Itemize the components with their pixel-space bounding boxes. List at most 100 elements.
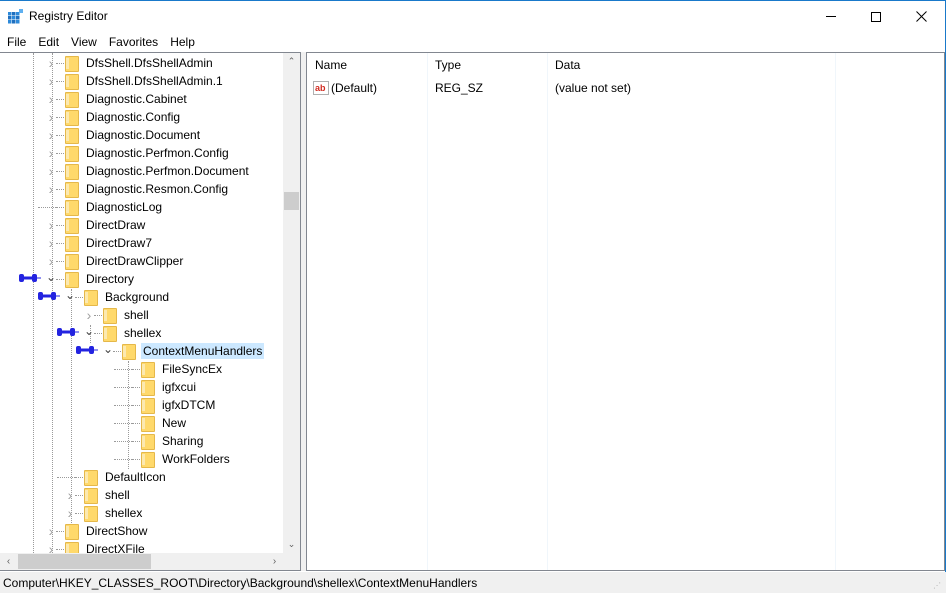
maximize-button[interactable] xyxy=(853,1,899,32)
tree-item-label: DfsShell.DfsShellAdmin xyxy=(86,56,213,70)
tree-item[interactable]: DiagnosticLog xyxy=(38,198,164,216)
tree-item[interactable]: DefaultIcon xyxy=(57,468,168,486)
scroll-up-button[interactable]: ⌃ xyxy=(283,53,300,70)
expand-chevron-icon[interactable]: › xyxy=(46,90,56,108)
tree-connector xyxy=(114,440,132,442)
expand-chevron-icon[interactable]: › xyxy=(46,126,56,144)
tree-item[interactable]: Sharing xyxy=(114,432,205,450)
tree-item[interactable]: ⌄ ContextMenuHandlers xyxy=(103,340,265,360)
registry-editor-window: Registry Editor File Edit View Favorites… xyxy=(0,0,946,593)
tree-item[interactable]: › shell xyxy=(65,486,132,504)
minimize-icon xyxy=(826,16,836,17)
tree-connector xyxy=(75,494,83,496)
menu-edit[interactable]: Edit xyxy=(32,32,65,52)
tree-connector xyxy=(56,548,64,550)
tree-item[interactable]: ⌄ Background xyxy=(65,288,171,306)
menu-file[interactable]: File xyxy=(0,32,32,52)
expand-chevron-icon[interactable]: › xyxy=(46,216,56,234)
expand-chevron-icon[interactable]: › xyxy=(46,234,56,252)
expand-chevron-icon[interactable]: › xyxy=(46,540,56,553)
tree-item[interactable]: › DirectShow xyxy=(46,522,149,540)
tree-rows: › DfsShell.DfsShellAdmin › DfsShell.DfsShel… xyxy=(0,53,283,553)
resize-grip-icon[interactable]: ⋰ xyxy=(933,581,943,591)
horizontal-scroll-thumb[interactable] xyxy=(18,554,151,569)
expand-chevron-icon[interactable]: › xyxy=(46,522,56,540)
chevron-up-icon: ⌃ xyxy=(287,56,296,66)
tree-item[interactable]: › Diagnostic.Document xyxy=(46,126,202,144)
tree-connector xyxy=(132,440,140,442)
tree-item[interactable]: FileSyncEx xyxy=(114,360,224,378)
menu-view[interactable]: View xyxy=(65,32,103,52)
menu-favorites[interactable]: Favorites xyxy=(103,32,164,52)
window-title: Registry Editor xyxy=(29,9,108,23)
tree-item-label: DirectShow xyxy=(86,524,148,538)
tree-horizontal-scrollbar[interactable]: ‹ › xyxy=(0,553,283,570)
tree-item[interactable]: › Diagnostic.Resmon.Config xyxy=(46,180,230,198)
tree-item[interactable]: New xyxy=(114,414,188,432)
tree-item[interactable]: WorkFolders xyxy=(114,450,232,468)
column-header-data[interactable]: Data xyxy=(547,53,835,78)
title-bar[interactable]: Registry Editor xyxy=(0,1,945,32)
collapse-chevron-icon[interactable]: ⌄ xyxy=(46,268,56,286)
collapse-chevron-icon[interactable]: ⌄ xyxy=(65,286,75,304)
scroll-down-button[interactable]: ⌄ xyxy=(283,536,300,553)
expand-chevron-icon[interactable]: › xyxy=(46,54,56,72)
scroll-right-button[interactable]: › xyxy=(266,553,283,570)
tree-item[interactable]: › shell xyxy=(84,306,151,324)
column-header-type[interactable]: Type xyxy=(427,53,547,78)
collapse-chevron-icon[interactable]: ⌄ xyxy=(84,322,94,340)
folder-icon xyxy=(84,469,98,486)
value-name: (Default) xyxy=(331,81,378,95)
tree-vertical-scrollbar[interactable]: ⌃ ⌄ xyxy=(283,53,300,553)
folder-icon xyxy=(84,289,98,306)
tree-item[interactable]: › shellex xyxy=(65,504,144,522)
values-list[interactable]: Name Type Data ab (Default) REG_SZ (valu… xyxy=(306,52,945,571)
tree-connector xyxy=(56,80,64,82)
tree-item[interactable]: igfxDTCM xyxy=(114,396,217,414)
column-divider xyxy=(835,53,836,570)
expand-chevron-icon[interactable]: › xyxy=(46,162,56,180)
close-button[interactable] xyxy=(898,1,944,32)
tree-item[interactable]: ⌄ Directory xyxy=(46,270,136,288)
tree-connector xyxy=(56,278,64,280)
registry-key-tree[interactable]: › DfsShell.DfsShellAdmin › DfsShell.DfsShel… xyxy=(0,52,301,571)
tree-item[interactable]: ⌄ shellex xyxy=(84,324,163,342)
expand-chevron-icon[interactable]: › xyxy=(46,180,56,198)
chevron-left-icon: ‹ xyxy=(6,556,11,567)
folder-icon xyxy=(65,163,79,180)
tree-item[interactable]: › Diagnostic.Cabinet xyxy=(46,90,189,108)
collapse-chevron-icon[interactable]: ⌄ xyxy=(103,340,113,358)
pin-annotation-icon xyxy=(19,274,41,282)
tree-item[interactable]: › DfsShell.DfsShellAdmin.1 xyxy=(46,72,225,90)
menu-help[interactable]: Help xyxy=(164,32,201,52)
vertical-scroll-thumb[interactable] xyxy=(284,192,299,210)
tree-item[interactable]: › DfsShell.DfsShellAdmin xyxy=(46,54,215,72)
expand-chevron-icon[interactable]: › xyxy=(46,108,56,126)
minimize-button[interactable] xyxy=(808,1,854,32)
tree-item[interactable]: igfxcui xyxy=(114,378,198,396)
folder-icon xyxy=(65,127,79,144)
folder-icon xyxy=(122,343,136,360)
tree-connector xyxy=(56,152,64,154)
scroll-left-button[interactable]: ‹ xyxy=(0,553,17,570)
tree-item[interactable]: › Diagnostic.Perfmon.Config xyxy=(46,144,231,162)
tree-item[interactable]: › Diagnostic.Config xyxy=(46,108,182,126)
expand-chevron-icon[interactable]: › xyxy=(46,144,56,162)
tree-item-label: Sharing xyxy=(162,434,204,448)
folder-icon xyxy=(141,379,155,396)
expand-chevron-icon[interactable]: › xyxy=(65,504,75,522)
column-divider xyxy=(427,53,428,570)
tree-connector xyxy=(38,206,56,208)
value-row[interactable]: ab (Default) REG_SZ (value not set) xyxy=(307,78,944,98)
tree-item[interactable]: › DirectDraw xyxy=(46,216,147,234)
tree-item[interactable]: › Diagnostic.Perfmon.Document xyxy=(46,162,251,180)
column-header-name[interactable]: Name xyxy=(307,53,427,78)
tree-item[interactable]: › DirectDraw7 xyxy=(46,234,154,252)
tree-item[interactable]: › DirectDrawClipper xyxy=(46,252,185,270)
chevron-right-icon: › xyxy=(272,556,277,567)
tree-item-label: DfsShell.DfsShellAdmin.1 xyxy=(86,74,223,88)
expand-chevron-icon[interactable]: › xyxy=(46,72,56,90)
tree-item-label: Directory xyxy=(86,272,135,286)
tree-item[interactable]: › DirectXFile xyxy=(46,540,147,553)
expand-chevron-icon[interactable]: › xyxy=(65,486,75,504)
